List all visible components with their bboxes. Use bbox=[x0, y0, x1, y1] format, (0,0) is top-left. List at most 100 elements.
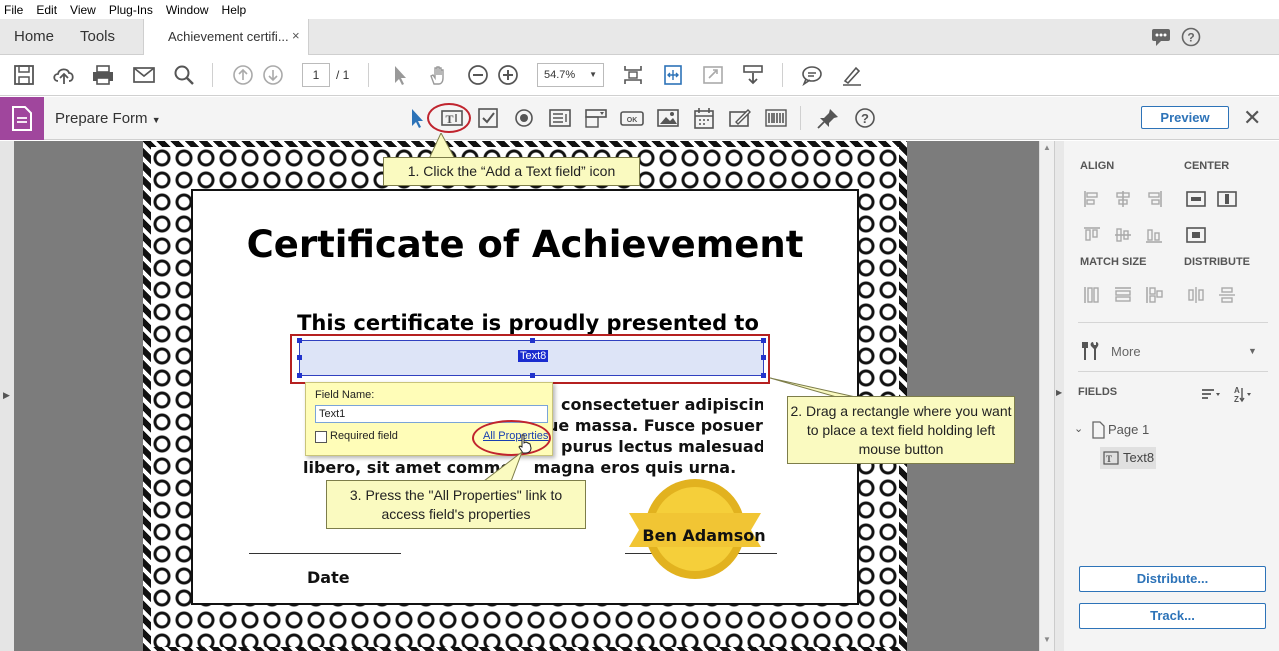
match-width-icon[interactable] bbox=[1113, 285, 1133, 305]
zoom-out-icon[interactable] bbox=[466, 64, 490, 86]
select-object-icon[interactable] bbox=[404, 107, 428, 129]
date-tool-icon[interactable] bbox=[692, 107, 716, 129]
comment-icon[interactable] bbox=[1151, 27, 1171, 47]
comment-bubble-icon[interactable] bbox=[800, 64, 824, 86]
distribute-horizontal-icon[interactable] bbox=[1186, 285, 1206, 305]
list-box-tool-icon[interactable] bbox=[548, 107, 572, 129]
previous-page-icon[interactable] bbox=[231, 64, 255, 86]
align-top-icon[interactable] bbox=[1082, 225, 1102, 245]
button-tool-icon[interactable]: OK bbox=[620, 107, 644, 129]
scroll-mode-icon[interactable] bbox=[741, 64, 765, 86]
zoom-select[interactable]: 54.7% ▼ bbox=[537, 63, 604, 87]
resize-handle[interactable] bbox=[761, 373, 766, 378]
tree-field-item[interactable]: T Text8 bbox=[1100, 447, 1156, 469]
resize-handle[interactable] bbox=[530, 373, 535, 378]
align-left-icon[interactable] bbox=[1082, 189, 1102, 209]
form-help-icon[interactable]: ? bbox=[853, 107, 877, 129]
close-form-icon[interactable]: ✕ bbox=[1243, 105, 1261, 131]
resize-handle[interactable] bbox=[297, 355, 302, 360]
center-horizontal-icon[interactable] bbox=[1186, 189, 1206, 209]
expand-left-icon[interactable]: ▶ bbox=[3, 390, 10, 401]
fit-page-icon[interactable] bbox=[621, 64, 645, 86]
align-bottom-icon[interactable] bbox=[1144, 225, 1164, 245]
menu-help[interactable]: Help bbox=[222, 3, 247, 17]
help-icon[interactable]: ? bbox=[1181, 27, 1201, 47]
toolbar-separator bbox=[368, 63, 369, 87]
tab-close-icon[interactable]: × bbox=[292, 28, 300, 43]
chevron-down-icon[interactable]: ▼ bbox=[1248, 346, 1257, 356]
form-document-icon bbox=[12, 106, 32, 131]
full-screen-icon[interactable] bbox=[701, 64, 725, 86]
barcode-tool-icon[interactable] bbox=[764, 107, 788, 129]
more-label[interactable]: More bbox=[1111, 344, 1141, 359]
preview-button[interactable]: Preview bbox=[1141, 106, 1229, 129]
distribute-button[interactable]: Distribute... bbox=[1079, 566, 1266, 592]
vertical-scrollbar[interactable]: ▲ ▼ bbox=[1039, 141, 1054, 651]
page-number-input[interactable]: 1 bbox=[302, 63, 330, 87]
menu-edit[interactable]: Edit bbox=[36, 3, 57, 17]
upload-cloud-icon[interactable] bbox=[52, 64, 76, 86]
svg-text:?: ? bbox=[861, 111, 869, 126]
center-vertical-icon[interactable] bbox=[1217, 189, 1237, 209]
zoom-in-icon[interactable] bbox=[496, 64, 520, 86]
print-icon[interactable] bbox=[91, 64, 115, 86]
page-total: / 1 bbox=[336, 68, 350, 82]
align-vertical-center-icon[interactable] bbox=[1113, 225, 1133, 245]
menu-view[interactable]: View bbox=[70, 3, 96, 17]
menu-plugins[interactable]: Plug-Ins bbox=[109, 3, 153, 17]
align-horizontal-center-icon[interactable] bbox=[1113, 189, 1133, 209]
required-field-checkbox[interactable] bbox=[315, 431, 327, 443]
fit-width-icon[interactable] bbox=[661, 64, 685, 86]
next-page-icon[interactable] bbox=[261, 64, 285, 86]
callout-pointer bbox=[428, 133, 456, 159]
select-arrow-icon[interactable] bbox=[387, 64, 411, 86]
tab-document[interactable]: Achievement certifi... × bbox=[143, 19, 309, 55]
email-icon[interactable] bbox=[132, 64, 156, 86]
pin-icon[interactable] bbox=[816, 107, 840, 129]
save-icon[interactable] bbox=[12, 64, 36, 86]
radio-button-tool-icon[interactable] bbox=[512, 107, 536, 129]
match-both-icon[interactable] bbox=[1144, 285, 1164, 305]
tab-home[interactable]: Home bbox=[14, 28, 54, 45]
expand-tree-icon[interactable]: ⌄ bbox=[1074, 422, 1083, 435]
track-button[interactable]: Track... bbox=[1079, 603, 1266, 629]
toolbar-separator bbox=[800, 106, 801, 130]
scroll-down-icon[interactable]: ▼ bbox=[1043, 635, 1051, 644]
image-tool-icon[interactable] bbox=[656, 107, 680, 129]
prepare-form-bar: Prepare Form ▼ T OK ? Preview ✕ bbox=[0, 97, 1279, 140]
menu-window[interactable]: Window bbox=[166, 3, 209, 17]
align-heading: ALIGN bbox=[1080, 160, 1115, 172]
resize-handle[interactable] bbox=[297, 373, 302, 378]
fill-sign-icon[interactable] bbox=[840, 64, 864, 86]
resize-handle[interactable] bbox=[761, 338, 766, 343]
checkbox-tool-icon[interactable] bbox=[476, 107, 500, 129]
dropdown-tool-icon[interactable] bbox=[584, 107, 608, 129]
tab-bar: Home Tools Achievement certifi... × ? bbox=[0, 19, 1279, 55]
menu-file[interactable]: File bbox=[4, 3, 23, 17]
resize-handle[interactable] bbox=[530, 338, 535, 343]
resize-handle[interactable] bbox=[297, 338, 302, 343]
scroll-up-icon[interactable]: ▲ bbox=[1043, 143, 1051, 152]
svg-text:?: ? bbox=[1187, 31, 1194, 45]
signature-tool-icon[interactable] bbox=[728, 107, 752, 129]
search-icon[interactable] bbox=[172, 64, 196, 86]
hand-tool-icon[interactable] bbox=[427, 64, 451, 86]
tools-icon[interactable] bbox=[1079, 340, 1101, 362]
collapse-right-icon[interactable]: ▶ bbox=[1056, 388, 1062, 397]
text-field-icon: T bbox=[1103, 451, 1119, 465]
svg-text:Z: Z bbox=[1234, 395, 1239, 404]
distribute-vertical-icon[interactable] bbox=[1217, 285, 1237, 305]
align-right-icon[interactable] bbox=[1144, 189, 1164, 209]
text-field-text8[interactable]: Text8 bbox=[297, 338, 766, 378]
prepare-form-title[interactable]: Prepare Form ▼ bbox=[55, 110, 161, 127]
center-both-icon[interactable] bbox=[1186, 225, 1206, 245]
tree-page-label[interactable]: Page 1 bbox=[1108, 422, 1149, 437]
sort-alphabetical-icon[interactable]: AZ bbox=[1232, 384, 1252, 404]
date-label: Date bbox=[307, 568, 350, 587]
sort-icon[interactable] bbox=[1200, 384, 1220, 404]
tab-right-icons: ? bbox=[1151, 27, 1201, 47]
resize-handle[interactable] bbox=[761, 355, 766, 360]
match-height-icon[interactable] bbox=[1082, 285, 1102, 305]
tab-tools[interactable]: Tools bbox=[80, 28, 115, 45]
fields-heading: FIELDS bbox=[1078, 386, 1118, 398]
